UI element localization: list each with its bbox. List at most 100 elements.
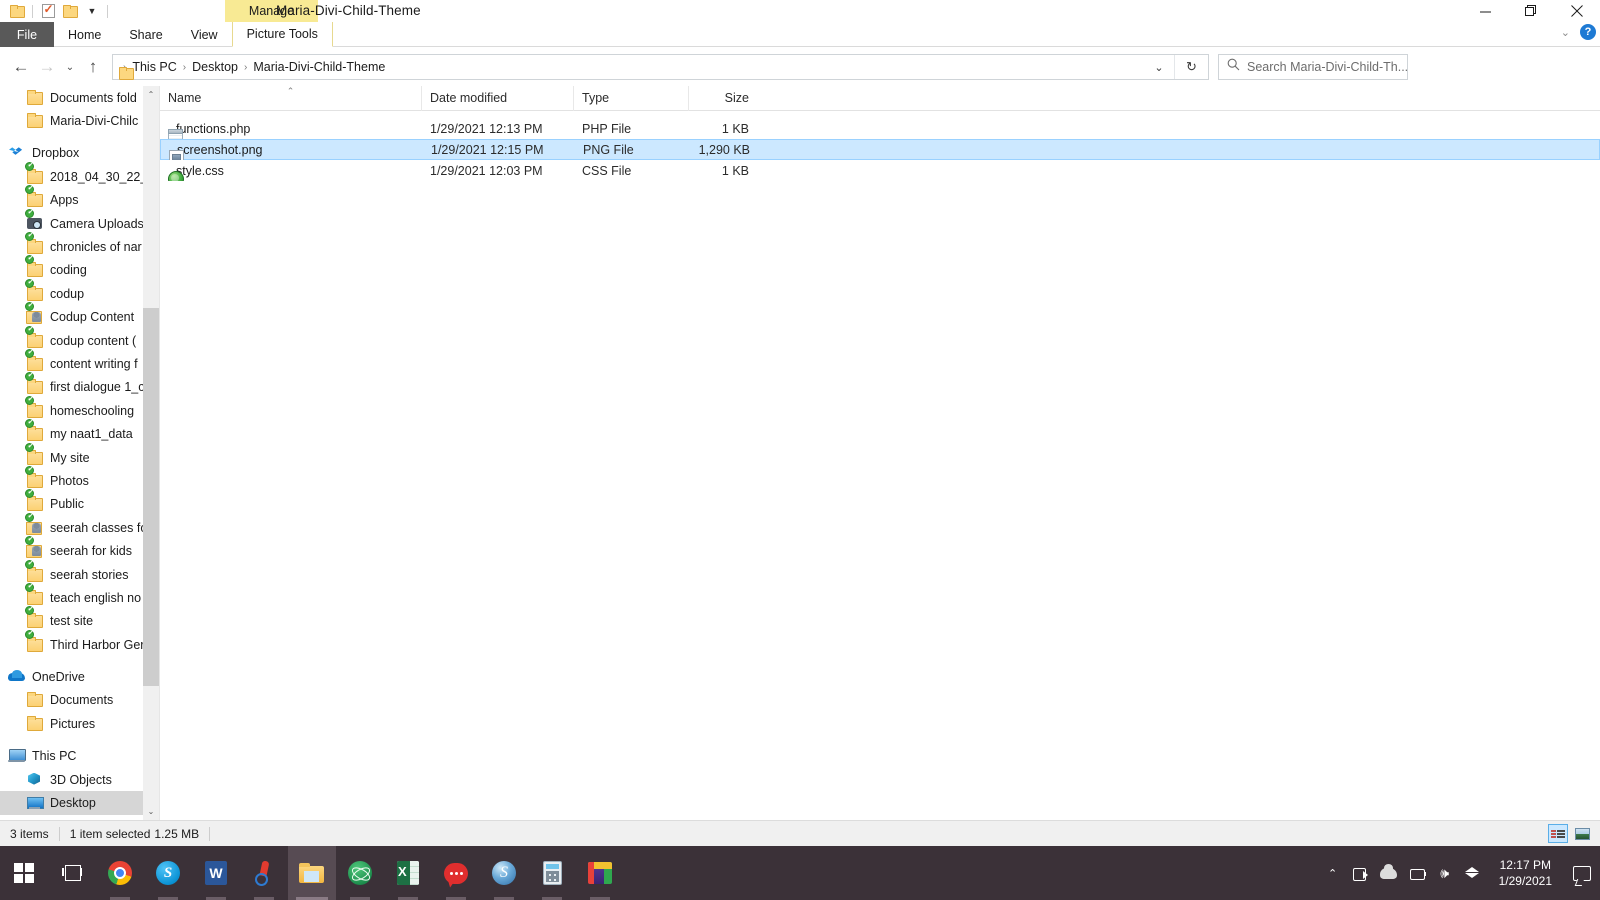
sidebar-item-codup-content[interactable]: Codup Content: [0, 300, 159, 329]
back-button[interactable]: ←: [8, 52, 34, 82]
navigation-scrollbar[interactable]: ⌃ ⌄: [143, 86, 159, 820]
breadcrumb-separator-2[interactable]: ›: [181, 62, 188, 73]
windows-logo-icon: [14, 863, 34, 883]
refresh-icon[interactable]: ↻: [1174, 55, 1208, 79]
sidebar-item-homeschooling[interactable]: homeschooling: [0, 394, 159, 422]
sidebar-item-seerah-for-kids[interactable]: seerah for kids: [0, 534, 159, 562]
chrome-taskbar-icon[interactable]: [96, 846, 144, 900]
tab-home[interactable]: Home: [54, 22, 115, 47]
customize-caret-icon[interactable]: ▼: [81, 2, 103, 20]
sidebar-item-onedrive-documents[interactable]: Documents: [0, 689, 159, 712]
tab-share[interactable]: Share: [115, 22, 176, 47]
sidebar-item-dropbox[interactable]: Dropbox: [0, 142, 159, 165]
sidebar-item-my-site[interactable]: My site: [0, 441, 159, 469]
up-button[interactable]: ↑: [80, 52, 106, 82]
sidebar-item-onedrive-pictures[interactable]: Pictures: [0, 712, 159, 735]
atom-taskbar-icon[interactable]: [336, 846, 384, 900]
column-header-date-modified[interactable]: Date modified: [422, 85, 574, 111]
sidebar-item-this-pc[interactable]: This PC: [0, 745, 159, 768]
sidebar-item-my-naat1-data[interactable]: my naat1_data: [0, 417, 159, 445]
recent-locations-button[interactable]: ⌄: [60, 52, 80, 82]
chevron-down-icon[interactable]: ⌄: [1561, 26, 1570, 39]
scrollbar-thumb[interactable]: [143, 308, 159, 686]
sidebar-item-codup-content-paren[interactable]: codup content (: [0, 324, 159, 352]
sidebar-item-onedrive[interactable]: OneDrive: [0, 665, 159, 688]
new-folder-icon[interactable]: [59, 2, 81, 20]
sidebar-item-coding[interactable]: coding: [0, 253, 159, 282]
scroll-up-icon[interactable]: ⌃: [143, 86, 159, 103]
file-explorer-taskbar-icon[interactable]: [288, 846, 336, 900]
column-header-name[interactable]: ⌃ Name: [160, 85, 422, 111]
large-icons-view-button[interactable]: [1572, 824, 1592, 843]
sidebar-item-camera-uploads[interactable]: Camera Uploads: [0, 207, 159, 235]
sidebar-item-2018-04-30-22-5[interactable]: 2018_04_30_22_5: [0, 160, 159, 188]
sidebar-group-spacer-2: [0, 656, 159, 665]
sidebar-item-public[interactable]: Public: [0, 487, 159, 516]
sidebar-item-3d-objects[interactable]: 3D Objects: [0, 768, 159, 791]
sidebar-item-maria-divi-child[interactable]: Maria-Divi-Chilc: [0, 109, 159, 132]
sidebar-item-seerah-classes[interactable]: seerah classes fo: [0, 511, 159, 539]
sidebar-item-photos[interactable]: Photos: [0, 464, 159, 492]
address-input[interactable]: › This PC › Desktop › Maria-Divi-Child-T…: [112, 54, 1209, 80]
task-view-button[interactable]: [48, 846, 96, 900]
winrar-taskbar-icon[interactable]: [576, 846, 624, 900]
action-center-button[interactable]: [1564, 846, 1600, 900]
sidebar-item-seerah-stories[interactable]: seerah stories: [0, 558, 159, 586]
sumatra-taskbar-icon[interactable]: S: [480, 846, 528, 900]
file-type-cell: CSS File: [582, 163, 632, 178]
ribbon-right-controls: ⌄ ?: [1561, 24, 1596, 40]
folder-icon[interactable]: [6, 2, 28, 20]
sidebar-item-content-writing[interactable]: content writing f: [0, 347, 159, 375]
tab-view[interactable]: View: [177, 22, 232, 47]
sidebar-item-test-site[interactable]: test site: [0, 604, 159, 633]
calculator-taskbar-icon[interactable]: [528, 846, 576, 900]
restore-button[interactable]: [1508, 0, 1554, 22]
screen-recorder-tray-icon[interactable]: [1347, 846, 1375, 900]
breadcrumb-separator-3[interactable]: ›: [242, 62, 249, 73]
sidebar-item-third-harbor[interactable]: Third Harbor Ger: [0, 628, 159, 656]
help-icon[interactable]: ?: [1580, 24, 1596, 40]
volume-tray-icon[interactable]: 🕪: [1431, 846, 1459, 900]
sidebar-item-desktop[interactable]: Desktop: [0, 791, 159, 815]
table-row[interactable]: screenshot.png 1/29/2021 12:15 PM PNG Fi…: [160, 139, 1600, 160]
taskbar-clock[interactable]: 12:17 PM 1/29/2021: [1487, 857, 1564, 889]
sidebar-item-documents-fold[interactable]: Documents fold: [0, 86, 159, 109]
column-header-type[interactable]: Type: [574, 85, 689, 111]
breadcrumb-current-folder[interactable]: Maria-Divi-Child-Theme: [249, 60, 389, 74]
show-hidden-icons-button[interactable]: ⌃: [1319, 846, 1347, 900]
table-row[interactable]: functions.php 1/29/2021 12:13 PM PHP Fil…: [160, 118, 1600, 139]
snipping-tool-taskbar-icon[interactable]: [240, 846, 288, 900]
sidebar-item-chronicles-of-nar[interactable]: chronicles of nar: [0, 230, 159, 258]
tab-file[interactable]: File: [0, 22, 54, 47]
scroll-down-icon[interactable]: ⌄: [143, 803, 159, 820]
properties-icon[interactable]: [37, 2, 59, 20]
close-button[interactable]: [1554, 0, 1600, 22]
sidebar-item-label: my naat1_data: [50, 427, 133, 442]
onedrive-tray-icon[interactable]: [1375, 846, 1403, 900]
excel-taskbar-icon[interactable]: [384, 846, 432, 900]
details-view-button[interactable]: [1548, 824, 1568, 843]
sidebar-item-teach-english[interactable]: teach english no: [0, 581, 159, 609]
forward-button[interactable]: →: [34, 52, 60, 82]
file-size-cell: 1,290 KB: [698, 142, 750, 157]
sidebar-item-codup[interactable]: codup: [0, 277, 159, 305]
skype-taskbar-icon[interactable]: S: [144, 846, 192, 900]
battery-tray-icon[interactable]: [1403, 846, 1431, 900]
tab-picture-tools[interactable]: Picture Tools: [231, 22, 333, 47]
address-dropdown-icon[interactable]: ⌄: [1146, 55, 1172, 79]
search-box[interactable]: Search Maria-Divi-Child-Th...: [1218, 54, 1408, 80]
breadcrumb-this-pc[interactable]: This PC: [128, 60, 180, 74]
start-button[interactable]: [0, 846, 48, 900]
sidebar-item-apps[interactable]: Apps: [0, 183, 159, 212]
calculator-icon: [542, 861, 562, 885]
minimize-button[interactable]: [1462, 0, 1508, 22]
column-header-size[interactable]: Size: [689, 86, 757, 111]
file-list-pane[interactable]: ⌃ Name Date modified Type Size functions…: [160, 85, 1600, 820]
chat-taskbar-icon[interactable]: [432, 846, 480, 900]
table-row[interactable]: style.css 1/29/2021 12:03 PM CSS File 1 …: [160, 160, 1600, 181]
breadcrumb-desktop[interactable]: Desktop: [188, 60, 242, 74]
word-taskbar-icon[interactable]: W: [192, 846, 240, 900]
sidebar-item-label: codup: [50, 286, 85, 301]
dropbox-tray-icon[interactable]: [1459, 846, 1487, 900]
sidebar-item-first-dialogue[interactable]: first dialogue 1_c: [0, 370, 159, 399]
